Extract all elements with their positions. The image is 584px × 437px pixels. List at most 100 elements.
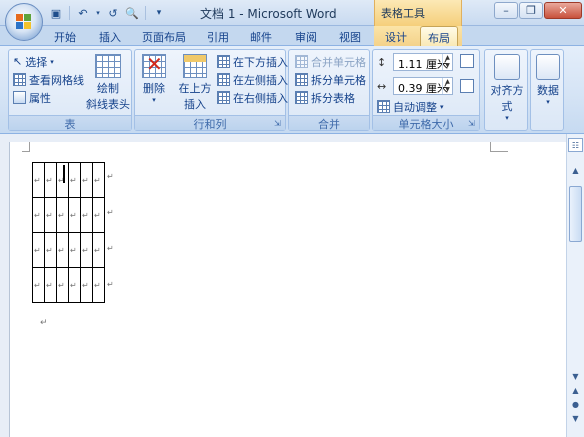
row-end-mark: ↵	[107, 280, 114, 289]
alignment-button[interactable]: 对齐方式 ▾	[486, 54, 528, 122]
table-cell[interactable]: ↵	[32, 232, 45, 268]
window-title: 文档 1 - Microsoft Word	[200, 7, 337, 21]
margin-mark-top-left	[22, 142, 30, 152]
text-cursor	[63, 165, 65, 183]
tab-view[interactable]: 视图	[332, 26, 368, 46]
previous-page-icon[interactable]: ▲	[568, 384, 583, 398]
tab-insert[interactable]: 插入	[92, 26, 128, 46]
office-button[interactable]	[5, 3, 43, 41]
insert-above-icon	[183, 54, 207, 78]
scroll-down-icon[interactable]: ▼	[568, 370, 583, 384]
table-cell[interactable]: ↵	[92, 162, 105, 198]
table-cell[interactable]: ↵	[56, 267, 69, 303]
scrollbar-thumb[interactable]	[569, 186, 582, 242]
distribute-columns-icon[interactable]	[460, 79, 474, 93]
table-cell[interactable]: ↵	[80, 267, 93, 303]
width-spinner[interactable]: ▲ ▼	[442, 78, 452, 94]
autofit-button[interactable]: 自动调整 ▾	[377, 98, 444, 115]
tab-page-layout[interactable]: 页面布局	[136, 26, 192, 46]
tab-review[interactable]: 审阅	[288, 26, 324, 46]
next-page-icon[interactable]: ▼	[568, 412, 583, 426]
table-cell[interactable]: ↵	[68, 162, 81, 198]
customize-icon[interactable]: ▾	[151, 5, 167, 21]
insert-below-button[interactable]: 在下方插入	[217, 53, 288, 70]
tab-design[interactable]: 设计	[378, 26, 414, 46]
distribute-rows-icon[interactable]	[460, 54, 474, 68]
table-cell[interactable]: ↵	[56, 197, 69, 233]
paragraph-mark: ↵	[40, 318, 48, 328]
split-table-button[interactable]: 拆分表格	[295, 89, 355, 106]
table-cell[interactable]: ↵	[68, 267, 81, 303]
table-cell[interactable]: ↵	[56, 232, 69, 268]
save-icon[interactable]: ▣	[48, 5, 64, 21]
group-cell-size: ↕ 1.11 厘米 ▲ ▼ ↔ 0.39 厘米 ▲ ▼ 自动调整 ▾ 单元格大小 ⇲	[372, 49, 480, 131]
table-cell[interactable]: ↵	[44, 267, 57, 303]
row-height-icon: ↕	[377, 56, 387, 69]
tab-mailings[interactable]: 邮件	[243, 26, 279, 46]
word-table-body: ↵ ↵ ↵ ↵ ↵ ↵ ↵ ↵ ↵ ↵ ↵ ↵ ↵ ↵ ↵ ↵ ↵ ↵ ↵ ↵ …	[32, 162, 105, 303]
table-cell[interactable]: ↵	[92, 197, 105, 233]
split-cells-button[interactable]: 拆分单元格	[295, 71, 366, 88]
merge-cells-button[interactable]: 合并单元格	[295, 53, 366, 70]
insert-left-button[interactable]: 在左侧插入	[217, 71, 288, 88]
undo-icon[interactable]: ↶	[75, 5, 91, 21]
vertical-scrollbar[interactable]: ☷ ▲ ▼ ▲ ● ▼	[566, 134, 584, 437]
table-cell[interactable]: ↵	[92, 232, 105, 268]
delete-button[interactable]: ✕ 删除 ▾	[139, 52, 169, 104]
insert-right-button[interactable]: 在右侧插入	[217, 89, 288, 106]
insert-above-button[interactable]: 在上方 插入	[177, 54, 213, 112]
column-width-input[interactable]: 0.39 厘米 ▲ ▼	[393, 77, 453, 95]
select-button[interactable]: ↖ 选择 ▾	[13, 53, 54, 70]
ribbon-tabs: 开始 插入 页面布局 引用 邮件 审阅 视图 设计 布局	[0, 26, 584, 47]
minimize-button[interactable]: –	[494, 2, 518, 19]
gridlines-icon	[13, 73, 26, 86]
chevron-down-icon: ▾	[152, 96, 156, 104]
print-preview-icon[interactable]: 🔍	[124, 5, 140, 21]
group-label-table: 表	[9, 115, 131, 131]
table-cell[interactable]: ↵	[80, 162, 93, 198]
ruler-toggle-icon[interactable]: ☷	[568, 138, 583, 152]
table-cell[interactable]: ↵	[92, 267, 105, 303]
table-tools-title: 表格工具	[374, 0, 462, 26]
table-cell[interactable]: ↵	[32, 267, 45, 303]
delete-table-icon: ✕	[142, 52, 166, 78]
browse-object-icon[interactable]: ●	[568, 398, 583, 412]
qat-separator	[69, 6, 70, 20]
chevron-down-icon: ▾	[505, 114, 509, 122]
table-cell[interactable]: ↵	[32, 162, 45, 198]
table-cell[interactable]: ↵	[68, 197, 81, 233]
document-page[interactable]: ↵ ↵ ↵ ↵ ↵ ↵ ↵ ↵ ↵ ↵ ↵ ↵ ↵ ↵ ↵ ↵ ↵ ↵ ↵ ↵ …	[9, 142, 566, 437]
view-gridlines-button[interactable]: 查看网格线	[13, 71, 84, 88]
margin-mark-top-right	[490, 142, 508, 152]
row-height-input[interactable]: 1.11 厘米 ▲ ▼	[393, 53, 453, 71]
table-cell[interactable]: ↵	[44, 197, 57, 233]
tab-home[interactable]: 开始	[47, 26, 83, 46]
tab-layout[interactable]: 布局	[420, 26, 458, 47]
table-cell[interactable]: ↵	[32, 197, 45, 233]
table-cell[interactable]: ↵	[80, 197, 93, 233]
dialog-launcher-icon[interactable]: ⇲	[468, 119, 477, 128]
group-data: 数据 ▾	[530, 49, 564, 131]
word-table[interactable]: ↵ ↵ ↵ ↵ ↵ ↵ ↵ ↵ ↵ ↵ ↵ ↵ ↵ ↵ ↵ ↵ ↵ ↵ ↵ ↵ …	[32, 162, 105, 303]
row-end-mark: ↵	[107, 172, 114, 181]
restore-button[interactable]: ❐	[519, 2, 543, 19]
document-area: ↵ ↵ ↵ ↵ ↵ ↵ ↵ ↵ ↵ ↵ ↵ ↵ ↵ ↵ ↵ ↵ ↵ ↵ ↵ ↵ …	[0, 134, 566, 437]
table-cell[interactable]: ↵	[44, 162, 57, 198]
height-spinner[interactable]: ▲ ▼	[442, 54, 452, 70]
tab-references[interactable]: 引用	[200, 26, 236, 46]
table-cell[interactable]: ↵	[80, 232, 93, 268]
scroll-up-icon[interactable]: ▲	[568, 164, 583, 178]
group-label-merge: 合并	[289, 115, 369, 131]
title-bar: ▣ ↶ ▾ ↺ 🔍 ▾ 文档 1 - Microsoft Word 表格工具 –…	[0, 0, 584, 26]
row-end-mark: ↵	[107, 244, 114, 253]
close-button[interactable]: ✕	[544, 2, 582, 19]
group-merge: 合并单元格 拆分单元格 拆分表格 合并	[288, 49, 370, 131]
undo-dropdown-icon[interactable]: ▾	[94, 5, 102, 21]
table-cell[interactable]: ↵	[68, 232, 81, 268]
draw-diagonal-header-button[interactable]: 绘制 斜线表头	[85, 54, 131, 112]
properties-button[interactable]: 属性	[13, 89, 51, 106]
data-button[interactable]: 数据 ▾	[532, 54, 564, 106]
table-cell[interactable]: ↵	[44, 232, 57, 268]
dialog-launcher-icon[interactable]: ⇲	[274, 119, 283, 128]
redo-icon[interactable]: ↺	[105, 5, 121, 21]
